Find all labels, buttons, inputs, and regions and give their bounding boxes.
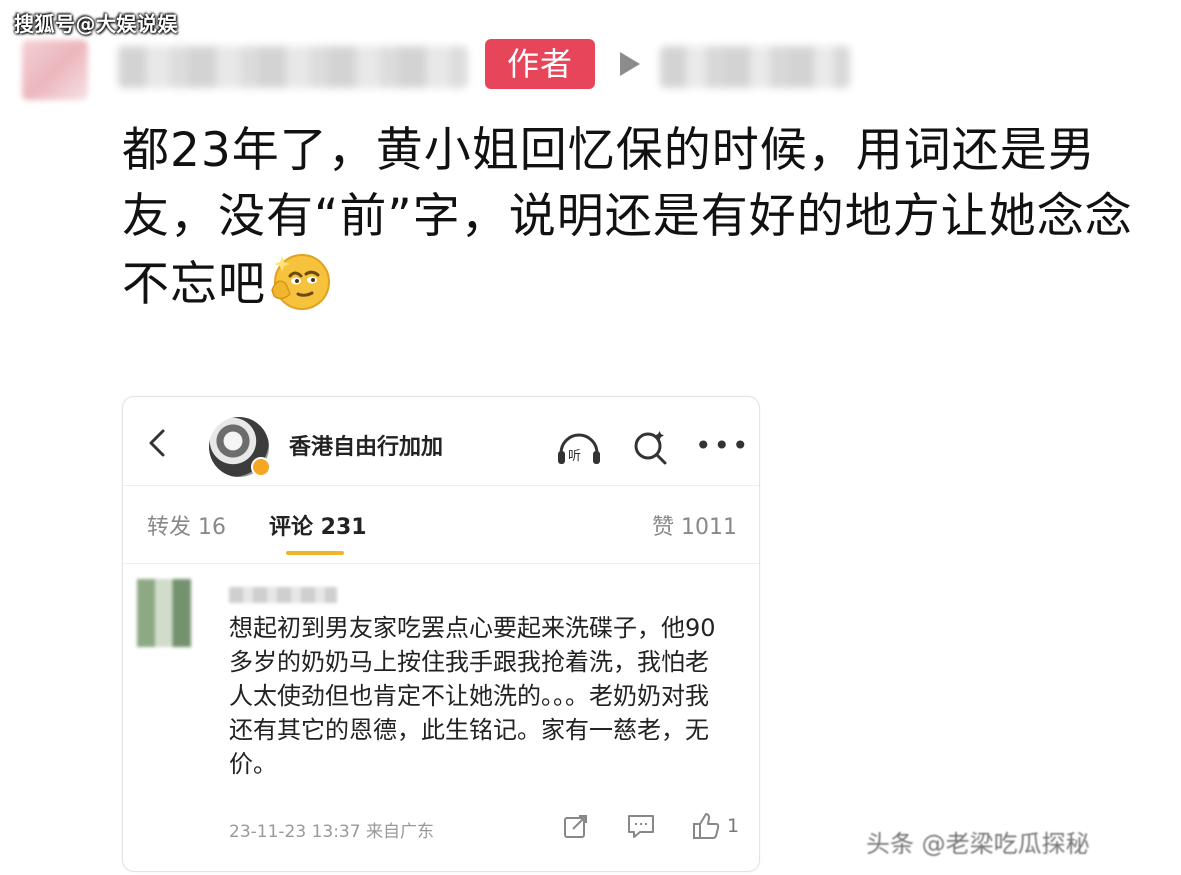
watermark-top: 搜狐号@大娱说娱	[14, 12, 178, 36]
card-top-bar: 香港自由行加加 听 •••	[123, 397, 759, 485]
more-options-icon[interactable]: •••	[695, 432, 751, 460]
search-icon[interactable]	[631, 429, 669, 467]
username-blurred[interactable]	[118, 46, 468, 88]
active-tab-indicator	[286, 551, 344, 555]
thinking-face-emoji-icon	[266, 250, 332, 312]
commenter-name-blurred[interactable]	[229, 587, 337, 603]
svg-text:听: 听	[568, 449, 581, 464]
tab-like[interactable]: 赞 1011	[652, 509, 737, 541]
reply-comment-icon[interactable]	[627, 813, 655, 839]
reply-target-blurred[interactable]	[660, 46, 850, 88]
share-icon[interactable]	[563, 813, 589, 839]
post-text: 都23年了，黄小姐回忆保的时候，用词还是男友，没有“前”字，说明还是有好的地方让…	[122, 118, 1162, 318]
thumbs-up-icon[interactable]	[691, 811, 721, 841]
listen-headphones-icon[interactable]: 听	[555, 427, 603, 467]
commenter-avatar-blurred[interactable]	[137, 579, 191, 647]
tab-bar: 转发 16 评论 231 赞 1011	[123, 497, 759, 557]
divider	[123, 485, 759, 486]
author-badge: 作者	[485, 39, 595, 89]
embedded-weibo-card: 香港自由行加加 听 ••• 转发 16 评论 231 赞 1011 想起初到男友…	[122, 396, 760, 872]
back-chevron-icon[interactable]	[143, 427, 171, 459]
comment-body: 想起初到男友家吃罢点心要起来洗碟子，他90多岁的奶奶马上按住我手跟我抢着洗，我怕…	[229, 614, 716, 778]
comment-meta: 23-11-23 13:37 来自广东	[229, 822, 434, 842]
post-header: 作者	[0, 36, 1181, 100]
divider	[123, 563, 759, 564]
watermark-bottom: 头条 @老梁吃瓜探秘	[866, 830, 1090, 858]
avatar-blurred[interactable]	[22, 40, 88, 100]
tab-repost[interactable]: 转发 16	[147, 509, 226, 541]
play-triangle-icon	[620, 52, 640, 76]
comment-item: 想起初到男友家吃罢点心要起来洗碟子，他90多岁的奶奶马上按住我手跟我抢着洗，我怕…	[123, 573, 759, 873]
verified-badge-icon	[251, 457, 271, 477]
account-name[interactable]: 香港自由行加加	[289, 429, 443, 461]
like-count: 1	[727, 815, 740, 837]
tab-comment[interactable]: 评论 231	[269, 509, 367, 541]
